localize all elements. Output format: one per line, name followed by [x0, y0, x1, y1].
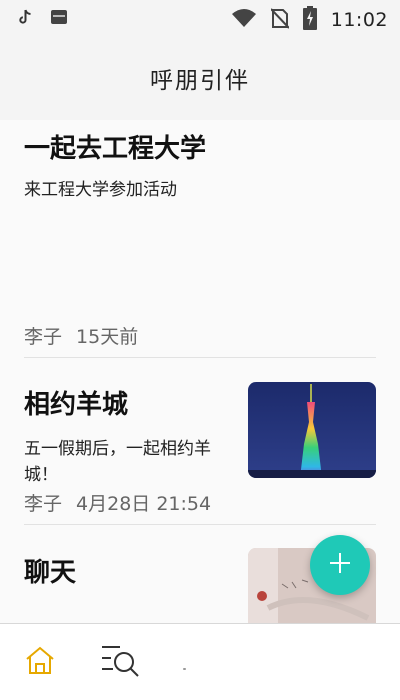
post-author: 李子 — [24, 326, 63, 348]
page-title: 呼朋引伴 — [150, 68, 250, 94]
post-title: 相约羊城 — [24, 390, 129, 420]
post-image-canton-tower[interactable] — [248, 382, 376, 478]
app-bar: 呼朋引伴 — [0, 36, 400, 120]
app-notification-icon — [50, 9, 68, 29]
post-title: 聊天 — [24, 558, 77, 588]
divider — [24, 524, 376, 525]
tiktok-icon — [18, 9, 32, 29]
post-time: 4月28日 21:54 — [76, 493, 212, 515]
home-icon — [24, 645, 56, 679]
no-sim-icon — [270, 7, 290, 33]
status-time: 11:02 — [330, 9, 388, 31]
add-post-button[interactable] — [310, 535, 370, 595]
nav-home[interactable] — [18, 642, 62, 682]
post-meta: 李子 4月28日 21:54 — [24, 489, 211, 516]
post-title: 一起去工程大学 — [24, 134, 207, 164]
post-meta: 李子 15天前 — [24, 322, 138, 349]
divider — [24, 357, 376, 358]
post-description: 五一假期后，一起相约羊城！ — [24, 439, 211, 485]
wifi-icon — [231, 8, 257, 32]
post-author: 李子 — [24, 493, 63, 515]
bottom-nav — [0, 623, 400, 700]
battery-charging-icon — [302, 6, 317, 34]
nav-discover[interactable] — [98, 642, 142, 682]
post-description: 来工程大学参加活动 — [24, 180, 177, 200]
search-list-icon — [100, 643, 140, 681]
nav-indicator — [183, 668, 186, 670]
plus-icon — [329, 552, 351, 578]
post-time: 15天前 — [76, 326, 139, 348]
status-bar: 11:02 — [0, 0, 400, 36]
